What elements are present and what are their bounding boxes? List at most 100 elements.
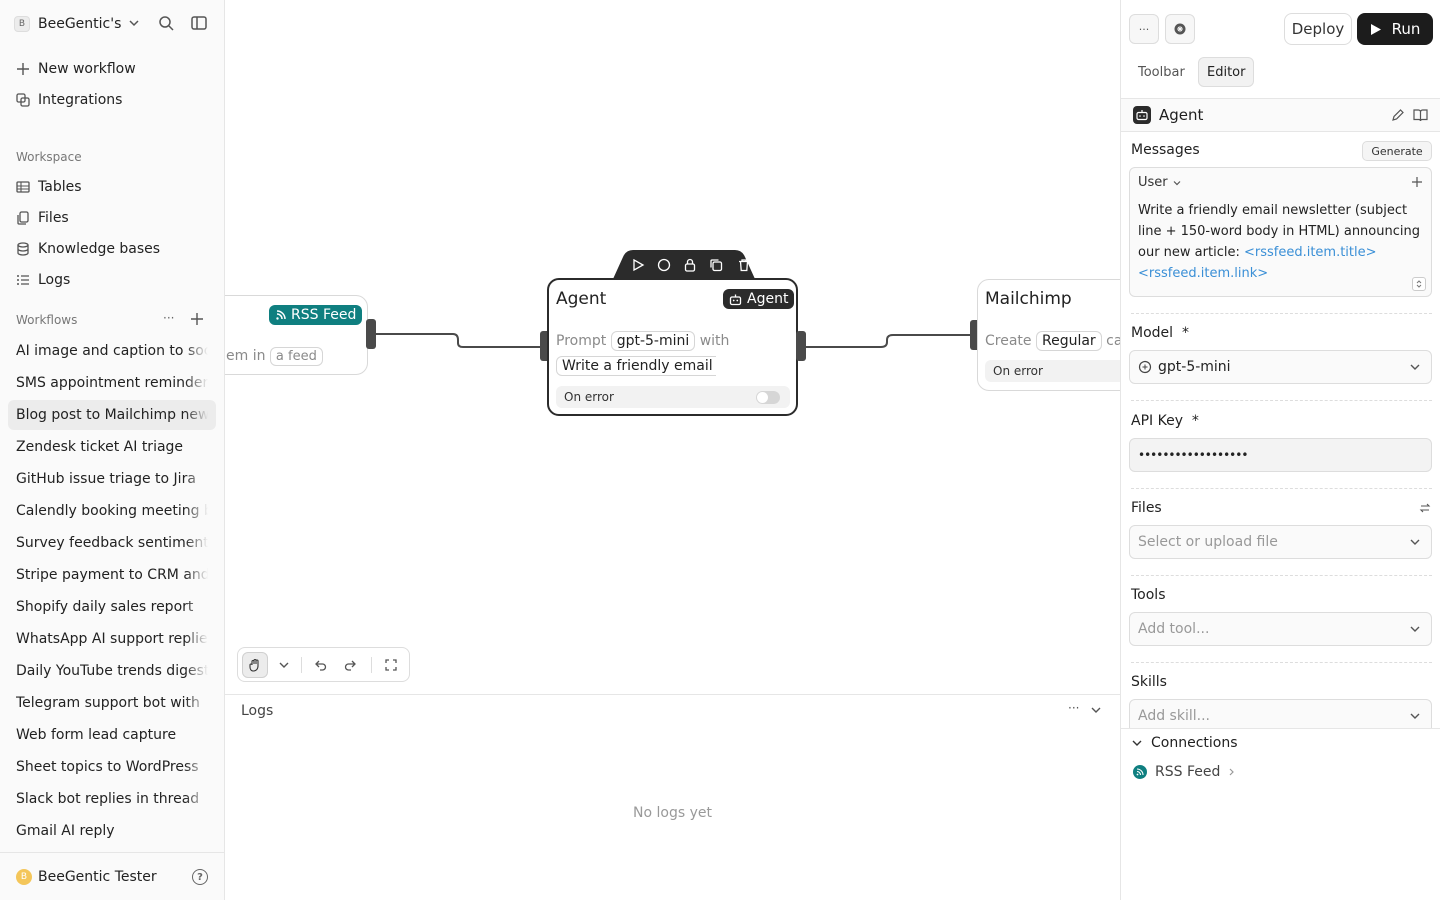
- rename-pencil-icon[interactable]: [1391, 108, 1405, 126]
- files-select[interactable]: Select or upload file: [1129, 525, 1432, 559]
- workflow-canvas[interactable]: RSS Feed em in a feed Agent Agent Prompt…: [225, 0, 1120, 694]
- workflow-label: Calendly booking meeting brief: [16, 503, 208, 519]
- agent-node[interactable]: Agent Agent Prompt gpt-5-mini with Write…: [547, 278, 798, 416]
- workflow-item[interactable]: Web form lead capture: [8, 720, 216, 750]
- workflow-item[interactable]: Shopify daily sales report: [8, 592, 216, 622]
- on-error-toggle[interactable]: [756, 391, 780, 404]
- tools-label: Tools: [1131, 587, 1166, 603]
- right-panel: ··· Deploy Run Toolbar Editor Agent Mess…: [1120, 0, 1440, 900]
- add-message-plus-icon[interactable]: [1411, 176, 1423, 192]
- workflow-item[interactable]: Slack bot replies in thread: [8, 784, 216, 814]
- workflow-item[interactable]: Daily YouTube trends digest: [8, 656, 216, 686]
- workflow-item-active[interactable]: Blog post to Mailchimp newsletter: [8, 400, 216, 430]
- agent-node-title: Agent: [556, 289, 607, 309]
- workflow-label: Blog post to Mailchimp newsletter: [16, 407, 208, 423]
- sidebar-toggle-icon[interactable]: [190, 14, 208, 32]
- mailchimp-node-title: Mailchimp: [985, 289, 1072, 309]
- tools-select[interactable]: Add tool...: [1129, 612, 1432, 646]
- workflow-item[interactable]: AI image and caption to social: [8, 336, 216, 366]
- sidebar-item-tables[interactable]: Tables: [16, 175, 82, 199]
- sidebar: B BeeGentic's New workflow Integrations …: [0, 0, 225, 900]
- message-editor[interactable]: User Write a friendly email newsletter (…: [1129, 167, 1432, 297]
- messages-label: Messages: [1131, 142, 1200, 158]
- rss-feed-node[interactable]: RSS Feed em in a feed: [225, 295, 368, 375]
- sidebar-item-files[interactable]: Files: [16, 206, 69, 230]
- workflow-item[interactable]: GitHub issue triage to Jira: [8, 464, 216, 494]
- search-icon[interactable]: [157, 14, 175, 32]
- redo-icon[interactable]: [337, 652, 363, 678]
- files-label: Files: [1131, 500, 1162, 516]
- files-placeholder: Select or upload file: [1138, 534, 1278, 550]
- help-icon[interactable]: ?: [192, 869, 208, 885]
- fit-view-icon[interactable]: [378, 652, 404, 678]
- rss-summary-text: em in: [226, 348, 266, 364]
- tab-editor[interactable]: Editor: [1198, 57, 1255, 87]
- new-workflow-button[interactable]: New workflow: [16, 57, 136, 81]
- chevron-down-icon: [1409, 361, 1421, 377]
- tool-dropdown-chevron-icon[interactable]: [271, 652, 297, 678]
- workflow-item[interactable]: Telegram support bot with: [8, 688, 216, 718]
- workflow-item[interactable]: Zendesk ticket AI triage: [8, 432, 216, 462]
- tab-toolbar[interactable]: Toolbar: [1130, 57, 1193, 87]
- toggle-node-icon[interactable]: [657, 258, 671, 276]
- model-select[interactable]: gpt-5-mini: [1129, 350, 1432, 384]
- required-asterisk: *: [1191, 413, 1199, 429]
- docs-book-icon[interactable]: [1413, 108, 1428, 126]
- model-chip: gpt-5-mini: [610, 331, 696, 351]
- workflow-item[interactable]: SMS appointment reminders: [8, 368, 216, 398]
- workflow-item[interactable]: WhatsApp AI support replies: [8, 624, 216, 654]
- run-node-icon[interactable]: [631, 258, 645, 276]
- workflows-more-icon[interactable]: ···: [163, 311, 174, 325]
- summary-tail: car: [1106, 333, 1120, 349]
- role-selector[interactable]: User: [1138, 175, 1182, 190]
- workflow-item[interactable]: Sheet topics to WordPress: [8, 752, 216, 782]
- ai-assistant-button[interactable]: [1165, 14, 1195, 44]
- logs-collapse-chevron-icon[interactable]: [1090, 704, 1102, 720]
- generate-button[interactable]: Generate: [1362, 141, 1432, 161]
- mailchimp-node[interactable]: Mailchimp Create Regular car On error: [977, 279, 1120, 391]
- run-button[interactable]: Run: [1357, 13, 1433, 45]
- skills-select[interactable]: Add skill...: [1129, 699, 1432, 728]
- workflow-item[interactable]: Stripe payment to CRM and: [8, 560, 216, 590]
- sidebar-item-logs[interactable]: Logs: [16, 268, 70, 292]
- undo-icon[interactable]: [308, 652, 334, 678]
- mailchimp-summary: Create Regular car: [985, 331, 1120, 351]
- delete-icon[interactable]: [737, 258, 751, 276]
- message-text: Write a friendly email newsletter (subje…: [1138, 200, 1428, 284]
- role-label: User: [1138, 175, 1168, 190]
- add-workflow-icon[interactable]: [190, 312, 204, 330]
- workflow-item[interactable]: Gmail AI reply: [8, 816, 216, 846]
- workspace-switcher[interactable]: B BeeGentic's: [14, 12, 214, 36]
- agent-node-badge: Agent: [723, 289, 795, 309]
- apikey-input[interactable]: ••••••••••••••••••: [1129, 438, 1432, 472]
- workflow-item[interactable]: Survey feedback sentiment: [8, 528, 216, 558]
- deploy-button[interactable]: Deploy: [1284, 13, 1352, 45]
- chevron-down-icon: [1409, 536, 1421, 552]
- chevron-down-icon: [1173, 180, 1181, 185]
- agent-output-handle[interactable]: [796, 331, 806, 361]
- user-avatar: B: [16, 868, 32, 885]
- rss-output-handle[interactable]: [366, 319, 376, 349]
- on-error-label: On error: [993, 364, 1043, 378]
- connections-toggle[interactable]: Connections: [1131, 735, 1238, 751]
- duplicate-icon[interactable]: [709, 258, 723, 276]
- swap-mode-icon[interactable]: [1419, 502, 1431, 518]
- integrations-link[interactable]: Integrations: [16, 88, 122, 112]
- lock-icon[interactable]: [683, 258, 697, 276]
- prompt-label: Prompt: [556, 333, 607, 349]
- resize-handle-icon[interactable]: [1412, 277, 1426, 291]
- sidebar-item-knowledge-bases[interactable]: Knowledge bases: [16, 237, 160, 261]
- connection-item-rss[interactable]: RSS Feed: [1133, 764, 1236, 780]
- robot-icon: [729, 294, 742, 305]
- logs-more-icon[interactable]: ···: [1068, 701, 1079, 715]
- agent-block-icon: [1133, 106, 1151, 124]
- files-icon: [16, 211, 30, 225]
- workflow-label: Survey feedback sentiment: [16, 535, 208, 551]
- more-options-button[interactable]: ···: [1129, 14, 1159, 44]
- user-footer[interactable]: B BeeGentic Tester ?: [0, 852, 224, 900]
- chevron-down-icon: [1409, 710, 1421, 726]
- workflow-label: Daily YouTube trends digest: [16, 663, 208, 679]
- rss-feed-chip: a feed: [269, 347, 323, 366]
- workflow-item[interactable]: Calendly booking meeting brief: [8, 496, 216, 526]
- hand-tool-icon[interactable]: [242, 652, 268, 678]
